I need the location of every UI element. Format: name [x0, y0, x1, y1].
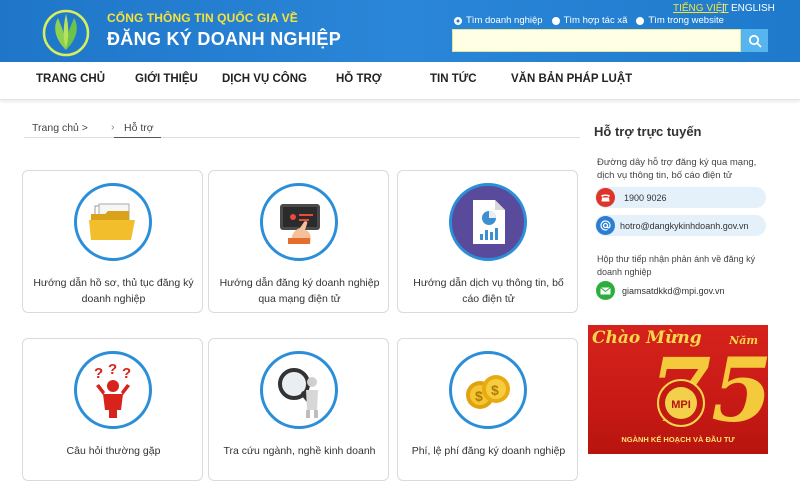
phone-contact[interactable]: 1900 9026	[595, 187, 766, 208]
coins-icon: $ $	[449, 351, 527, 429]
svg-text:?: ?	[122, 365, 131, 382]
card-label: Câu hỏi thường gặp	[66, 445, 161, 457]
site-header: CỔNG THÔNG TIN QUỐC GIA VỀ ĐĂNG KÝ DOANH…	[0, 0, 800, 62]
tablet-touch-icon	[260, 183, 338, 261]
at-icon	[596, 216, 615, 235]
svg-text:$: $	[491, 382, 499, 398]
search-icon	[748, 34, 762, 48]
nav-news[interactable]: TIN TỨC	[430, 73, 477, 85]
nav-public-services[interactable]: DỊCH VỤ CÔNG	[222, 73, 307, 85]
breadcrumb: Trang chủ > › Hỗ trợ	[24, 116, 580, 138]
report-chart-icon	[449, 183, 527, 261]
card-fees[interactable]: $ $ Phí, lệ phí đăng ký doanh nghiệp	[397, 338, 578, 481]
search-button[interactable]	[741, 29, 768, 52]
feedback-description: Hộp thư tiếp nhận phản ánh về đăng ký do…	[597, 254, 756, 277]
card-label: Hướng dẫn hồ sơ, thủ tục đăng ký doanh n…	[33, 277, 194, 305]
search-scope-business[interactable]: Tìm doanh nghiệp	[454, 15, 543, 26]
nav-support[interactable]: HỖ TRỢ	[336, 73, 382, 85]
banner-seal: MPI	[671, 399, 691, 411]
nav-legal-documents[interactable]: VĂN BẢN PHÁP LUẬT	[511, 73, 632, 85]
nav-home[interactable]: TRANG CHỦ	[36, 73, 105, 85]
feedback-email-contact[interactable]: giamsatdkkd@mpi.gov.vn	[595, 281, 725, 300]
card-label: Phí, lệ phí đăng ký doanh nghiệp	[411, 445, 566, 457]
card-online-registration[interactable]: Hướng dẫn đăng ký doanh nghiệp qua mạng …	[208, 170, 389, 313]
anniversary-banner[interactable]: Chào Mừng Năm 75 MPI NGÀNH KẾ HOẠCH VÀ Đ…	[588, 325, 768, 454]
email-contact[interactable]: hotro@dangkykinhdoanh.gov.vn	[595, 215, 766, 236]
radio-icon	[551, 16, 560, 25]
svg-text:?: ?	[94, 365, 103, 382]
mail-icon	[596, 281, 615, 300]
card-registration-guide[interactable]: Hướng dẫn hồ sơ, thủ tục đăng ký doanh n…	[22, 170, 203, 313]
nav-about[interactable]: GIỚI THIỆU	[135, 73, 198, 85]
hotline-description: Đường dây hỗ trợ đăng ký qua mạng, dịch …	[597, 157, 757, 181]
radio-selected-icon	[454, 16, 462, 25]
site-title[interactable]: ĐĂNG KÝ DOANH NGHIỆP	[107, 29, 341, 50]
magnifier-person-icon	[260, 351, 338, 429]
breadcrumb-current: Hỗ trợ	[114, 122, 161, 138]
logo-icon[interactable]	[38, 6, 94, 58]
card-label: Tra cứu ngành, nghề kinh doanh	[223, 445, 376, 457]
search-scope-options: Tìm doanh nghiệp Tìm hợp tác xã Tìm tron…	[454, 15, 724, 26]
sidebar-title: Hỗ trợ trực tuyến	[594, 124, 702, 139]
phone-icon	[596, 188, 615, 207]
question-person-icon: ? ? ?	[74, 351, 152, 429]
search-input[interactable]	[452, 29, 741, 52]
main-nav: TRANG CHỦ GIỚI THIỆU DỊCH VỤ CÔNG HỖ TRỢ…	[0, 62, 800, 100]
lang-separator: |	[722, 3, 725, 14]
card-information-services[interactable]: Hướng dẫn dịch vụ thông tin, bố cáo điện…	[397, 170, 578, 313]
site-subtitle: CỔNG THÔNG TIN QUỐC GIA VỀ	[107, 11, 298, 25]
banner-org-text: NGÀNH KẾ HOẠCH VÀ ĐẦU TƯ	[621, 435, 735, 444]
svg-text:$: $	[475, 388, 483, 404]
card-label: Hướng dẫn đăng ký doanh nghiệp qua mạng …	[219, 277, 380, 305]
breadcrumb-home[interactable]: Trang chủ >	[32, 122, 88, 134]
card-business-lookup[interactable]: Tra cứu ngành, nghề kinh doanh	[208, 338, 389, 481]
card-label: Hướng dẫn dịch vụ thông tin, bố cáo điện…	[413, 277, 564, 305]
radio-icon	[636, 16, 645, 25]
folder-icon	[74, 183, 152, 261]
lang-english-link[interactable]: ENGLISH	[731, 3, 775, 14]
card-faq[interactable]: ? ? ? Câu hỏi thường gặp	[22, 338, 203, 481]
lang-vietnamese-link[interactable]: TIẾNG VIỆT	[673, 3, 729, 14]
search-scope-cooperative[interactable]: Tìm hợp tác xã	[551, 15, 627, 26]
svg-text:?: ?	[108, 362, 117, 378]
search-scope-website[interactable]: Tìm trong website	[636, 15, 724, 26]
